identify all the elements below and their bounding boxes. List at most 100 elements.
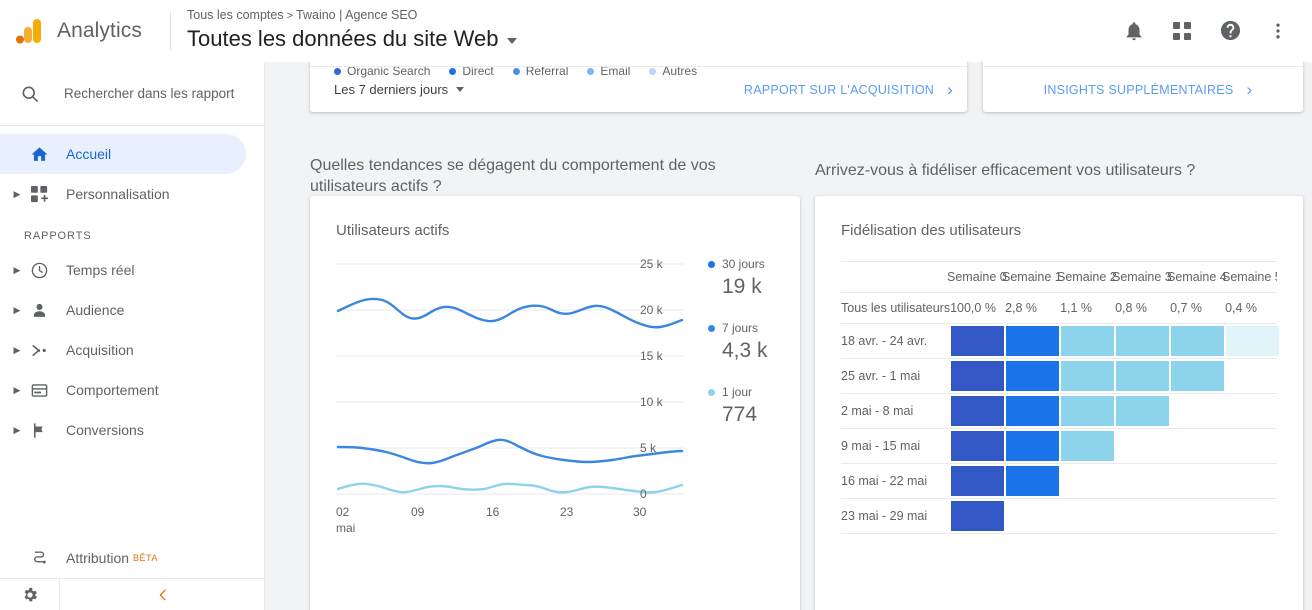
cohort-total-value: 100,0 % xyxy=(950,301,996,315)
cohort-cell[interactable] xyxy=(1006,431,1059,461)
clock-icon xyxy=(24,261,54,280)
acquisition-report-link[interactable]: RAPPORT SUR L'ACQUISITION › xyxy=(744,81,953,98)
chevron-right-icon[interactable]: ▶ xyxy=(10,305,24,316)
sidebar-item-comportement[interactable]: ▶ Comportement xyxy=(0,370,246,410)
cohort-cell[interactable] xyxy=(1171,396,1224,426)
x-axis-month-label: mai xyxy=(336,521,356,535)
cohort-total-values: 100,0 % 2,8 % 1,1 % 0,8 % 0,7 % 0,4 % xyxy=(950,301,1280,315)
sidebar-item-attribution[interactable]: Attribution BÊTA xyxy=(0,538,265,578)
chevron-down-icon[interactable] xyxy=(507,37,518,44)
cohort-cell[interactable] xyxy=(1061,326,1114,356)
app-header: Analytics Tous les comptes > Twaino | Agen… xyxy=(0,0,1312,62)
cohort-cell[interactable] xyxy=(1171,466,1224,496)
chevron-right-icon[interactable]: ▶ xyxy=(10,189,24,200)
cohort-row[interactable]: 2 mai - 8 mai xyxy=(841,394,1277,429)
chevron-right-icon[interactable]: ▶ xyxy=(10,265,24,276)
cohort-cell[interactable] xyxy=(951,466,1004,496)
bell-icon[interactable] xyxy=(1122,19,1146,43)
cohort-cell[interactable] xyxy=(1171,326,1224,356)
cohort-row-cells xyxy=(951,324,1279,358)
period-selector[interactable]: Les 7 derniers jours xyxy=(334,82,465,97)
card-title: Fidélisation des utilisateurs xyxy=(841,222,1022,239)
sidebar-item-conversions[interactable]: ▶ Conversions xyxy=(0,410,246,450)
behavior-icon xyxy=(24,381,54,400)
cohort-cell[interactable] xyxy=(1226,396,1279,426)
chevron-right-icon[interactable]: ▶ xyxy=(10,425,24,436)
cohort-cell[interactable] xyxy=(1061,396,1114,426)
help-circle-icon[interactable] xyxy=(1218,19,1242,43)
cohort-cell[interactable] xyxy=(1061,361,1114,391)
cohort-total-value: 0,7 % xyxy=(1170,301,1203,315)
cohort-cell[interactable] xyxy=(1226,466,1279,496)
cohort-column-headers: Semaine 0 Semaine 1 Semaine 2 Semaine 3 … xyxy=(841,262,1277,292)
sidebar-section-label: RAPPORTS xyxy=(24,230,92,242)
cohort-row[interactable]: 23 mai - 29 mai xyxy=(841,499,1277,534)
sidebar-item-accueil[interactable]: Accueil xyxy=(0,134,246,174)
cohort-cell[interactable] xyxy=(1061,466,1114,496)
cohort-cell[interactable] xyxy=(1116,431,1169,461)
sidebar-item-temps-reel[interactable]: ▶ Temps réel xyxy=(0,250,246,290)
series-line-1-jour xyxy=(336,482,684,494)
apps-grid-icon[interactable] xyxy=(1170,19,1194,43)
cohort-cell[interactable] xyxy=(1006,361,1059,391)
cohort-cell[interactable] xyxy=(1006,396,1059,426)
cohort-cell[interactable] xyxy=(1171,501,1224,531)
cohort-cell[interactable] xyxy=(1226,501,1279,531)
legend-head: 7 jours xyxy=(708,321,768,335)
cohort-cell[interactable] xyxy=(951,361,1004,391)
more-vert-icon[interactable] xyxy=(1266,19,1290,43)
active-users-chart: 25 k 20 k 15 k 10 k 5 k 0 02 mai 09 16 2… xyxy=(310,257,800,535)
cohort-cell[interactable] xyxy=(1061,501,1114,531)
cohort-cell[interactable] xyxy=(1226,326,1279,356)
cohort-cell[interactable] xyxy=(1006,466,1059,496)
cohort-cell[interactable] xyxy=(1061,431,1114,461)
sidebar-item-acquisition[interactable]: ▶ Acquisition xyxy=(0,330,246,370)
cohort-cell[interactable] xyxy=(1006,501,1059,531)
legend-series-name: 7 jours xyxy=(722,321,759,335)
y-tick-label: 20 k xyxy=(640,303,663,317)
sidebar-item-personnalisation[interactable]: ▶ Personnalisation xyxy=(0,174,246,214)
sidebar-item-label: Accueil xyxy=(66,146,112,162)
cohort-cell[interactable] xyxy=(1171,361,1224,391)
search-input[interactable] xyxy=(64,86,254,101)
insights-report-link[interactable]: INSIGHTS SUPPLÉMENTAIRES › xyxy=(1044,81,1253,98)
cohort-cell[interactable] xyxy=(1116,466,1169,496)
sidebar-item-label: Comportement xyxy=(66,382,159,398)
sidebar-search-row[interactable] xyxy=(0,62,264,126)
cohort-row[interactable]: 18 avr. - 24 avr. xyxy=(841,324,1279,359)
cohort-row[interactable]: 25 avr. - 1 mai xyxy=(841,359,1277,394)
brand-logo-area[interactable]: Analytics xyxy=(0,16,166,46)
legend-series-name: 1 jour xyxy=(722,385,753,399)
cohort-cell[interactable] xyxy=(1116,396,1169,426)
cohort-cell[interactable] xyxy=(1116,361,1169,391)
cohort-row-label: 23 mai - 29 mai xyxy=(841,509,928,523)
cohort-cell[interactable] xyxy=(951,431,1004,461)
cohort-row[interactable]: 9 mai - 15 mai xyxy=(841,429,1277,464)
sidebar-item-audience[interactable]: ▶ Audience xyxy=(0,290,246,330)
cohort-cell[interactable] xyxy=(1226,431,1279,461)
y-tick-label: 5 k xyxy=(640,441,657,455)
chevron-left-icon[interactable] xyxy=(60,587,265,603)
chevron-right-icon[interactable]: ▶ xyxy=(10,345,24,356)
cohort-cell[interactable] xyxy=(1171,431,1224,461)
gear-icon[interactable] xyxy=(0,578,60,610)
cohort-row-cells xyxy=(951,394,1279,428)
page-title-row[interactable]: Toutes les données du site Web xyxy=(187,24,1122,54)
cohort-cell[interactable] xyxy=(1006,326,1059,356)
breadcrumb-property[interactable]: Twaino | Agence SEO xyxy=(296,8,417,22)
cohort-row[interactable]: 16 mai - 22 mai xyxy=(841,464,1277,499)
x-axis: 02 mai 09 16 23 30 xyxy=(336,505,684,539)
breadcrumb-account[interactable]: Tous les comptes xyxy=(187,8,284,22)
cohort-column-header: Semaine 5 xyxy=(1222,270,1277,284)
cohort-cell[interactable] xyxy=(1226,361,1279,391)
chevron-right-icon[interactable]: ▶ xyxy=(10,385,24,396)
cohort-cell[interactable] xyxy=(951,396,1004,426)
cohort-cell[interactable] xyxy=(1116,326,1169,356)
cohort-row-cells xyxy=(951,429,1279,463)
acquisition-card-footer: Les 7 derniers jours RAPPORT SUR L'ACQUI… xyxy=(310,66,967,112)
cohort-cell[interactable] xyxy=(951,326,1004,356)
cohort-row-label: 16 mai - 22 mai xyxy=(841,474,928,488)
cohort-cell[interactable] xyxy=(951,501,1004,531)
cohort-cell[interactable] xyxy=(1116,501,1169,531)
main-content: Organic Search Direct Referral Email Aut… xyxy=(265,62,1312,610)
